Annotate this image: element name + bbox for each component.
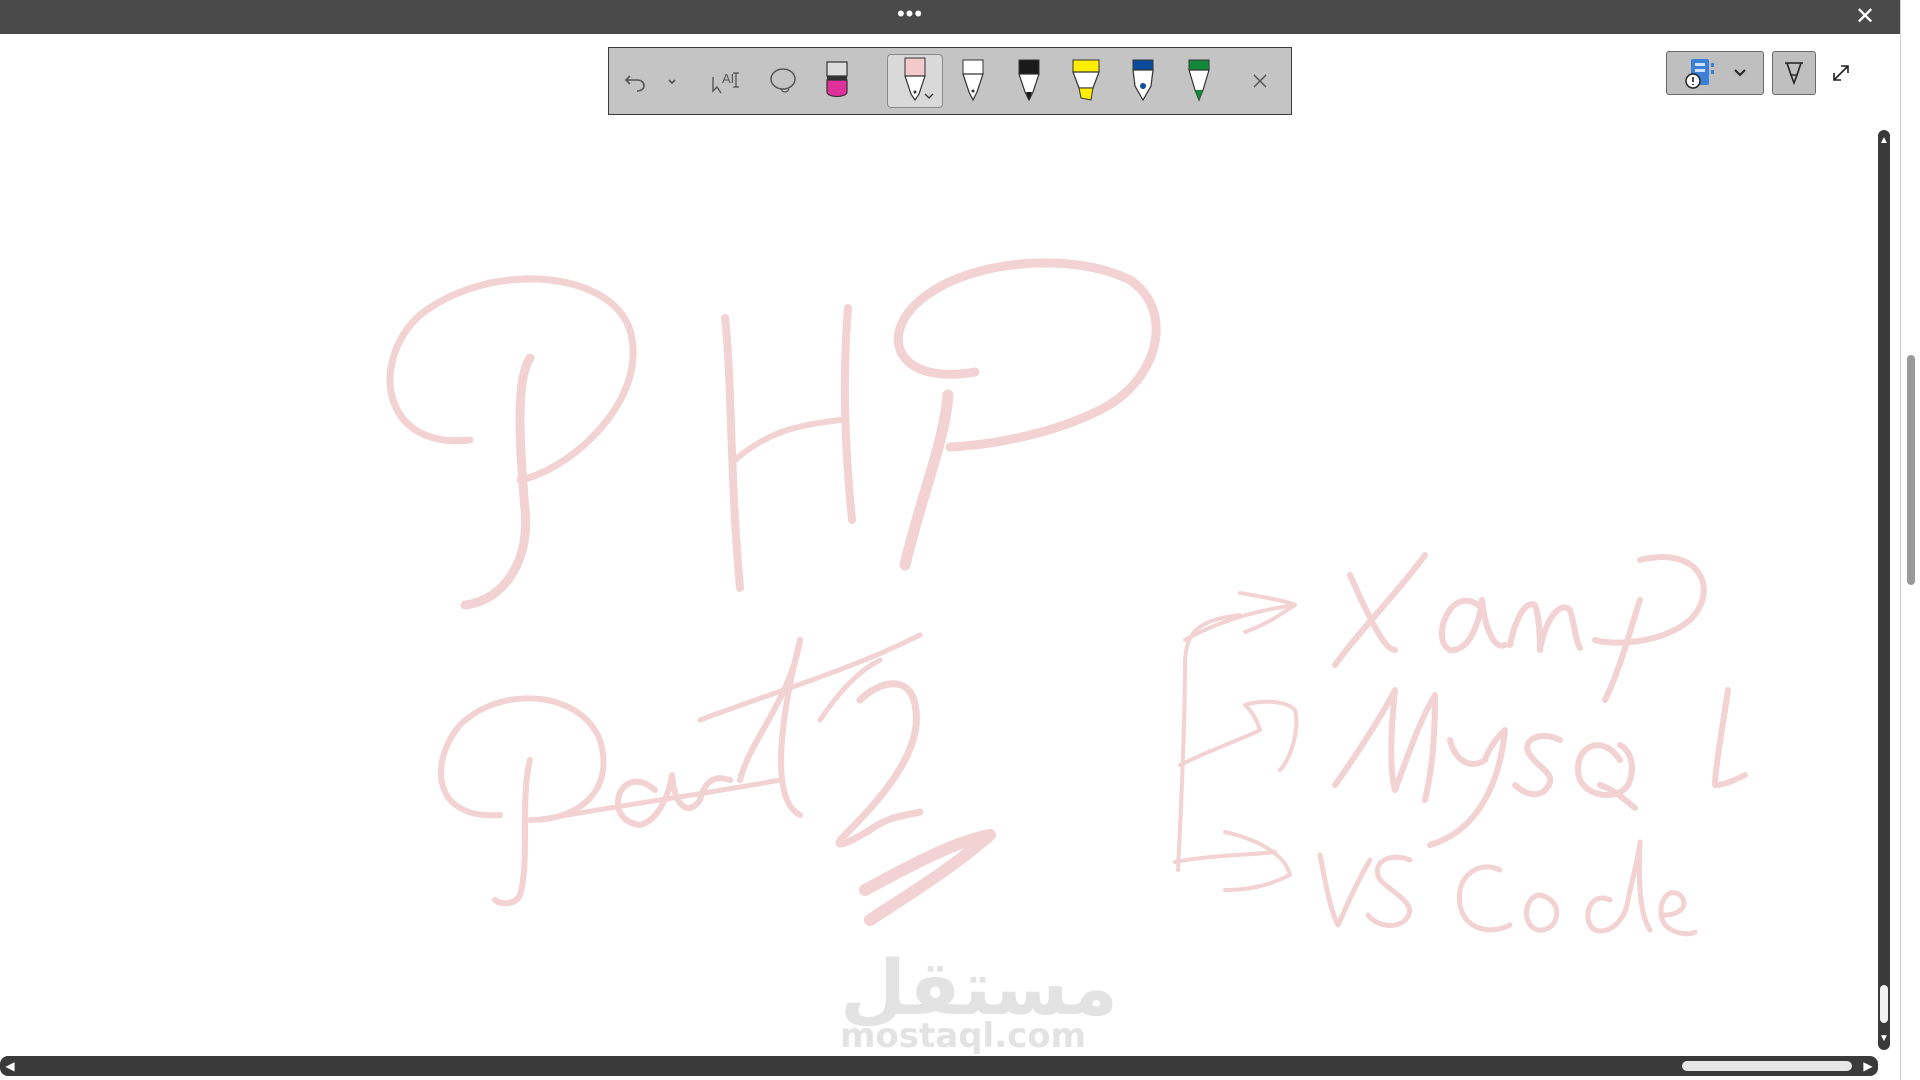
touch-writing-dropdown[interactable] bbox=[1666, 51, 1764, 95]
chevron-down-icon bbox=[1734, 69, 1746, 77]
close-window-button[interactable]: ✕ bbox=[1850, 4, 1880, 30]
pen-blue-button[interactable] bbox=[1123, 54, 1163, 108]
drawing-canvas[interactable] bbox=[0, 34, 1880, 1056]
svg-text:AI: AI bbox=[722, 71, 734, 86]
undo-dropdown-button[interactable] bbox=[663, 54, 681, 108]
scroll-right-icon[interactable]: ▶ bbox=[1860, 1056, 1876, 1076]
fountain-pen-icon bbox=[1132, 59, 1154, 102]
outer-scroll-thumb[interactable] bbox=[1907, 355, 1915, 585]
close-icon bbox=[1253, 74, 1267, 88]
watermark-latin: mostaql.com bbox=[840, 1016, 1087, 1056]
ink-to-text-icon: AI bbox=[712, 71, 739, 94]
pen-icon bbox=[1785, 62, 1803, 86]
undo-icon bbox=[624, 75, 645, 92]
ink-to-text-button[interactable]: AI bbox=[701, 54, 749, 108]
pen-green-button[interactable] bbox=[1179, 54, 1219, 108]
pen-icon bbox=[904, 57, 934, 102]
highlighter-icon bbox=[1072, 59, 1100, 101]
close-toolbar-button[interactable] bbox=[1243, 54, 1277, 108]
scroll-down-icon[interactable]: ▼ bbox=[1878, 1032, 1890, 1046]
pen-mode-button[interactable] bbox=[1772, 51, 1816, 95]
scroll-up-icon[interactable]: ▲ bbox=[1878, 134, 1890, 148]
vertical-scrollbar[interactable]: ▲ ▼ bbox=[1878, 130, 1890, 1050]
lasso-icon bbox=[770, 68, 796, 93]
ink-toolbar: AI bbox=[608, 47, 1292, 115]
outer-window-edge bbox=[1900, 0, 1920, 1080]
title-bar: ••• ✕ bbox=[0, 0, 1900, 34]
horizontal-scroll-thumb[interactable] bbox=[1682, 1061, 1852, 1071]
undo-button[interactable] bbox=[617, 54, 653, 108]
pen-pink-button[interactable] bbox=[887, 54, 943, 108]
bottom-edge bbox=[0, 1076, 1900, 1080]
pen-icon bbox=[1188, 59, 1210, 102]
eraser-button[interactable] bbox=[819, 54, 855, 108]
eraser-icon bbox=[826, 61, 848, 98]
pen-icon bbox=[1018, 59, 1040, 102]
pen-icon bbox=[962, 59, 984, 102]
scroll-left-icon[interactable]: ◀ bbox=[2, 1056, 18, 1076]
pen-black-button[interactable] bbox=[1009, 54, 1049, 108]
pen-white-button[interactable] bbox=[953, 54, 993, 108]
horizontal-scrollbar[interactable]: ◀ ▶ bbox=[0, 1056, 1878, 1076]
vertical-scroll-thumb[interactable] bbox=[1880, 985, 1888, 1023]
more-options-button[interactable]: ••• bbox=[895, 3, 925, 30]
lasso-select-button[interactable] bbox=[761, 54, 805, 108]
touch-writing-icon bbox=[1685, 59, 1714, 89]
expand-icon bbox=[1833, 65, 1849, 81]
expand-button[interactable] bbox=[1826, 58, 1856, 88]
highlighter-yellow-button[interactable] bbox=[1065, 54, 1107, 108]
chevron-down-icon bbox=[668, 79, 676, 85]
